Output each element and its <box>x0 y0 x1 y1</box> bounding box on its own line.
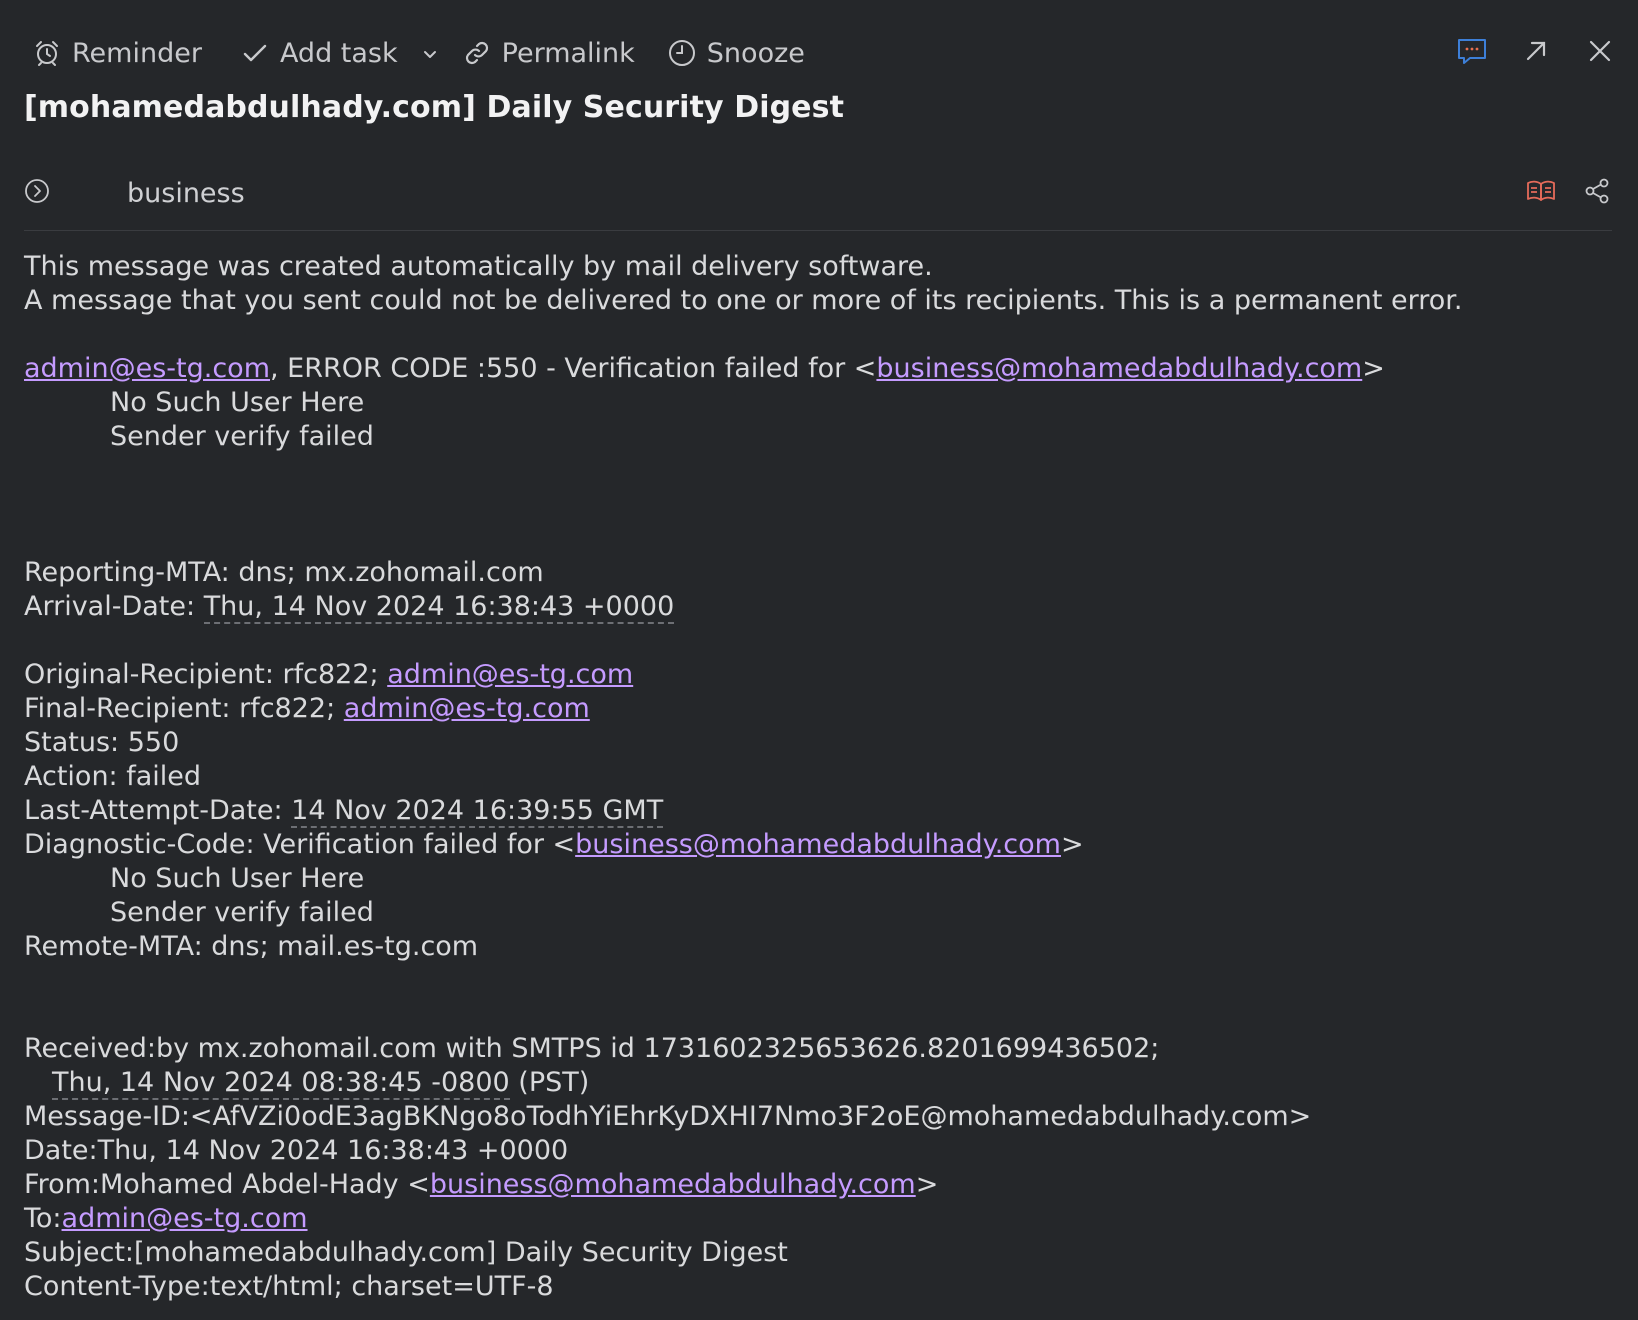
window-controls <box>1454 35 1618 71</box>
body-line: Message-ID:<AfVZi0odE3agBKNgo8oTodhYiEhr… <box>24 1101 1312 1132</box>
body-line: Received:by mx.zohomail.com with SMTPS i… <box>24 1033 1160 1064</box>
close-button[interactable] <box>1582 35 1618 71</box>
body-line: This message was created automatically b… <box>24 251 933 282</box>
add-task-button[interactable]: Add task <box>238 36 398 70</box>
body-line: Sender verify failed <box>110 421 374 452</box>
reminder-button[interactable]: Reminder <box>30 36 202 70</box>
alarm-clock-icon <box>30 36 64 70</box>
bracket-text: > <box>1060 829 1084 860</box>
header-actions <box>1526 178 1612 208</box>
expand-details-button[interactable] <box>24 178 50 204</box>
toolbar-actions: Reminder Add task Permalink Snooze <box>24 36 805 70</box>
reminder-label: Reminder <box>72 37 202 69</box>
final-recipient-line: Final-Recipient: rfc822; admin@es-tg.com <box>24 692 1614 726</box>
reader-view-button[interactable] <box>1526 178 1556 208</box>
snooze-button[interactable]: Snooze <box>665 36 805 70</box>
original-recipient-line: Original-Recipient: rfc822; admin@es-tg.… <box>24 658 1614 692</box>
original-recipient-label: Original-Recipient: rfc822; <box>24 659 388 690</box>
body-line: Remote-MTA: dns; mail.es-tg.com <box>24 931 479 962</box>
body-line: Content-Type:text/html; charset=UTF-8 <box>24 1271 554 1302</box>
email-link[interactable]: business@mohamedabdulhady.com <box>575 829 1061 860</box>
body-line: Subject:[mohamedabdulhady.com] Daily Sec… <box>24 1237 788 1268</box>
open-book-icon <box>1526 178 1556 208</box>
email-link[interactable]: business@mohamedabdulhady.com <box>876 353 1362 384</box>
final-recipient-label: Final-Recipient: rfc822; <box>24 693 344 724</box>
arrival-date-value[interactable]: Thu, 14 Nov 2024 16:38:43 +0000 <box>203 591 675 624</box>
add-task-menu-button[interactable] <box>418 40 442 67</box>
error-line: admin@es-tg.com, ERROR CODE :550 - Verif… <box>24 352 1614 386</box>
chevron-down-icon <box>422 40 438 67</box>
error-text: , ERROR CODE :550 - Verification failed … <box>270 353 877 384</box>
arrival-label: Arrival-Date: <box>24 591 204 622</box>
from-line: From:Mohamed Abdel-Hady <business@mohame… <box>24 1168 1614 1202</box>
body-line: Date:Thu, 14 Nov 2024 16:38:43 +0000 <box>24 1135 569 1166</box>
received-date-line: Thu, 14 Nov 2024 08:38:45 -0800 (PST) <box>24 1066 1614 1100</box>
body-line: No Such User Here <box>110 387 365 418</box>
body-line: Action: failed <box>24 761 202 792</box>
email-link[interactable]: admin@es-tg.com <box>62 1203 308 1234</box>
arrival-date-line: Arrival-Date: Thu, 14 Nov 2024 16:38:43 … <box>24 590 1614 624</box>
last-attempt-line: Last-Attempt-Date: 14 Nov 2024 16:39:55 … <box>24 794 1614 828</box>
chat-bubble-icon <box>1456 35 1488 71</box>
from-label: From:Mohamed Abdel-Hady < <box>24 1169 430 1200</box>
snooze-label: Snooze <box>706 37 805 69</box>
arrow-up-right-icon <box>1523 38 1549 68</box>
bracket-text: > <box>915 1169 939 1200</box>
check-icon <box>238 36 272 70</box>
bracket-text: > <box>1362 353 1385 384</box>
email-link[interactable]: admin@es-tg.com <box>24 353 270 384</box>
last-attempt-value[interactable]: 14 Nov 2024 16:39:55 GMT <box>291 795 664 828</box>
received-tz: (PST) <box>509 1067 590 1098</box>
share-icon <box>1583 177 1611 209</box>
body-line: Sender verify failed <box>110 897 374 928</box>
permalink-button[interactable]: Permalink <box>460 36 635 70</box>
message-toolbar: Reminder Add task Permalink Snooze <box>24 28 1618 78</box>
message-header: business <box>24 168 1612 231</box>
message-body: This message was created automatically b… <box>24 250 1614 1304</box>
email-link[interactable]: business@mohamedabdulhady.com <box>430 1169 916 1200</box>
body-line: No Such User Here <box>110 863 365 894</box>
body-line: A message that you sent could not be del… <box>24 285 1463 316</box>
email-link[interactable]: admin@es-tg.com <box>344 693 590 724</box>
body-line: Status: 550 <box>24 727 180 758</box>
to-line: To:admin@es-tg.com <box>24 1202 1614 1236</box>
diagnostic-line: Diagnostic-Code: Verification failed for… <box>24 828 1614 862</box>
body-line: Reporting-MTA: dns; mx.zohomail.com <box>24 557 544 588</box>
circle-chevron-right-icon <box>24 179 50 208</box>
email-link[interactable]: admin@es-tg.com <box>387 659 633 690</box>
last-attempt-label: Last-Attempt-Date: <box>24 795 292 826</box>
share-button[interactable] <box>1582 178 1612 208</box>
clock-icon <box>665 36 699 70</box>
add-task-label: Add task <box>279 37 398 69</box>
mail-viewer: Reminder Add task Permalink Snooze [moha… <box>0 0 1638 1320</box>
link-icon <box>460 36 494 70</box>
to-label: To: <box>24 1203 62 1234</box>
received-date-value[interactable]: Thu, 14 Nov 2024 08:38:45 -0800 <box>52 1067 510 1100</box>
comments-button[interactable] <box>1454 35 1490 71</box>
permalink-label: Permalink <box>501 37 635 69</box>
popout-button[interactable] <box>1518 35 1554 71</box>
close-icon <box>1587 38 1613 68</box>
diagnostic-label: Diagnostic-Code: Verification failed for… <box>24 829 576 860</box>
message-subject: [mohamedabdulhady.com] Daily Security Di… <box>24 90 845 125</box>
folder-label[interactable]: business <box>127 178 245 209</box>
